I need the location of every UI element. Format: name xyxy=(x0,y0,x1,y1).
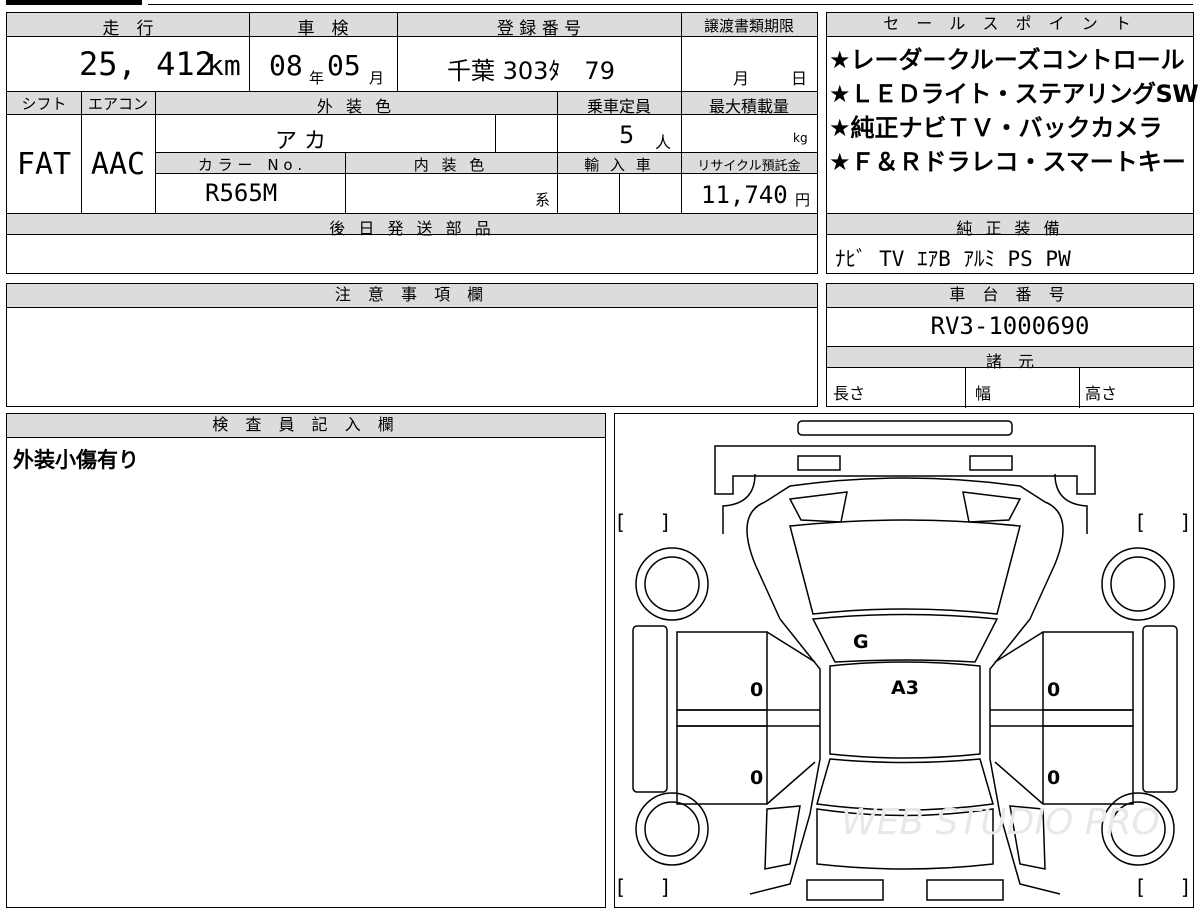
max-load-unit: kg xyxy=(793,131,808,145)
spec-height-label: 高さ xyxy=(1085,384,1118,403)
bracket-rear-right-open: [ xyxy=(1137,875,1145,899)
sales-point-4: ★Ｆ＆Ｒドラレコ・スマートキー xyxy=(829,148,1186,176)
car-body-diagram: [ ] [ ] [ ] [ ] G A3 0 0 0 0 WEB STUDIO … xyxy=(617,420,1189,901)
top-black-tab xyxy=(6,0,142,5)
exterior-color-value: ア カ xyxy=(275,129,326,154)
interior-color-unit: 系 xyxy=(535,191,551,209)
mark-left-front-door: 0 xyxy=(750,679,763,701)
recycle-unit: 円 xyxy=(795,191,811,209)
mark-left-rear-door: 0 xyxy=(750,767,763,789)
chassis-header: 車 台 番 号 xyxy=(827,284,1193,308)
mileage-unit: km xyxy=(207,49,241,82)
color-number-header: カ ラ ー N o . xyxy=(197,156,303,174)
registration-header: 登 録 番 号 xyxy=(496,19,582,39)
bracket-front-right-close: ] xyxy=(1181,510,1189,534)
sales-point-2: ★ＬＥＤライト・ステアリングSW xyxy=(829,80,1199,108)
bracket-front-right-open: [ xyxy=(1137,510,1145,534)
shift-value: FAT xyxy=(16,147,72,182)
bracket-rear-right-close: ] xyxy=(1181,875,1189,899)
capacity-unit: 人 xyxy=(655,133,672,152)
bracket-front-left-open: [ xyxy=(617,510,625,534)
later-parts-header: 後 日 発 送 部 品 xyxy=(329,219,495,238)
import-header: 輸 入 車 xyxy=(584,156,654,174)
shaken-month: 05 xyxy=(327,49,361,82)
shaken-header: 車 検 xyxy=(297,19,349,39)
vehicle-info-block: 走 行 車 検 登 録 番 号 譲渡書類期限 25, 412 km 08 年 0… xyxy=(6,12,818,274)
mark-right-rear-door: 0 xyxy=(1047,767,1060,789)
exterior-color-header: 外 装 色 xyxy=(316,97,396,116)
bracket-rear-left-open: [ xyxy=(617,875,625,899)
mark-windshield: G xyxy=(853,631,869,653)
sales-points-block: セ ー ル ス ポ イ ン ト ★レーダークルーズコントロール ★ＬＥＤライト・… xyxy=(826,12,1199,274)
transfer-deadline-header: 譲渡書類期限 xyxy=(703,17,794,35)
top-strip xyxy=(148,0,1193,5)
capacity-value: 5 xyxy=(619,121,635,149)
inspector-block: 検 査 員 記 入 欄 外装小傷有り xyxy=(6,413,606,908)
shaken-year-unit: 年 xyxy=(309,69,325,87)
shaken-year: 08 xyxy=(269,49,303,82)
recycle-amount: 11,740 xyxy=(701,181,788,209)
transfer-day: 日 xyxy=(791,69,808,88)
watermark: WEB STUDIO PRO xyxy=(841,802,1160,843)
spec-width-label: 幅 xyxy=(975,384,992,403)
chassis-number: RV3-1000690 xyxy=(930,312,1090,340)
notes-header: 注 意 事 項 欄 xyxy=(7,284,817,308)
mileage-header: 走 行 xyxy=(102,19,154,39)
bracket-rear-left-close: ] xyxy=(661,875,669,899)
mark-right-front-door: 0 xyxy=(1047,679,1060,701)
sales-points-header: セ ー ル ス ポ イ ン ト xyxy=(827,13,1193,37)
car-diagram-block: [ ] [ ] [ ] [ ] G A3 0 0 0 0 WEB STUDIO … xyxy=(614,413,1194,908)
ac-header: エアコン xyxy=(87,95,148,113)
registration-number: 千葉 303ﾀ 79 xyxy=(447,57,615,85)
shaken-month-unit: 月 xyxy=(369,69,385,87)
sales-point-1: ★レーダークルーズコントロール xyxy=(829,46,1185,74)
shift-header: シフト xyxy=(21,95,67,113)
capacity-header: 乗車定員 xyxy=(586,97,651,116)
bracket-front-left-close: ] xyxy=(661,510,669,534)
genuine-equipment-header: 純 正 装 備 xyxy=(956,219,1064,238)
interior-color-header: 内 装 色 xyxy=(413,156,489,174)
recycle-header: リサイクル預託金 xyxy=(697,159,801,174)
mark-roof: A3 xyxy=(891,677,919,699)
sales-point-3: ★純正ナビＴＶ・バックカメラ xyxy=(829,114,1163,142)
spec-length-label: 長さ xyxy=(833,384,866,403)
notes-block: 注 意 事 項 欄 xyxy=(6,283,818,407)
mileage-value: 25, 412 xyxy=(79,45,214,83)
genuine-equipment-value: ﾅﾋﾞ TV ｴｱB ｱﾙﾐ PS PW xyxy=(835,247,1071,271)
chassis-block: 車 台 番 号 RV3-1000690 諸 元 長さ 幅 高さ xyxy=(826,283,1194,408)
color-number-value: R565M xyxy=(205,179,278,207)
specs-header: 諸 元 xyxy=(985,352,1034,371)
max-load-header: 最大積載量 xyxy=(708,97,789,116)
inspector-comment: 外装小傷有り xyxy=(13,448,139,472)
inspector-header: 検 査 員 記 入 欄 xyxy=(7,414,605,438)
ac-value: AAC xyxy=(90,147,146,182)
transfer-month: 月 xyxy=(733,69,750,88)
